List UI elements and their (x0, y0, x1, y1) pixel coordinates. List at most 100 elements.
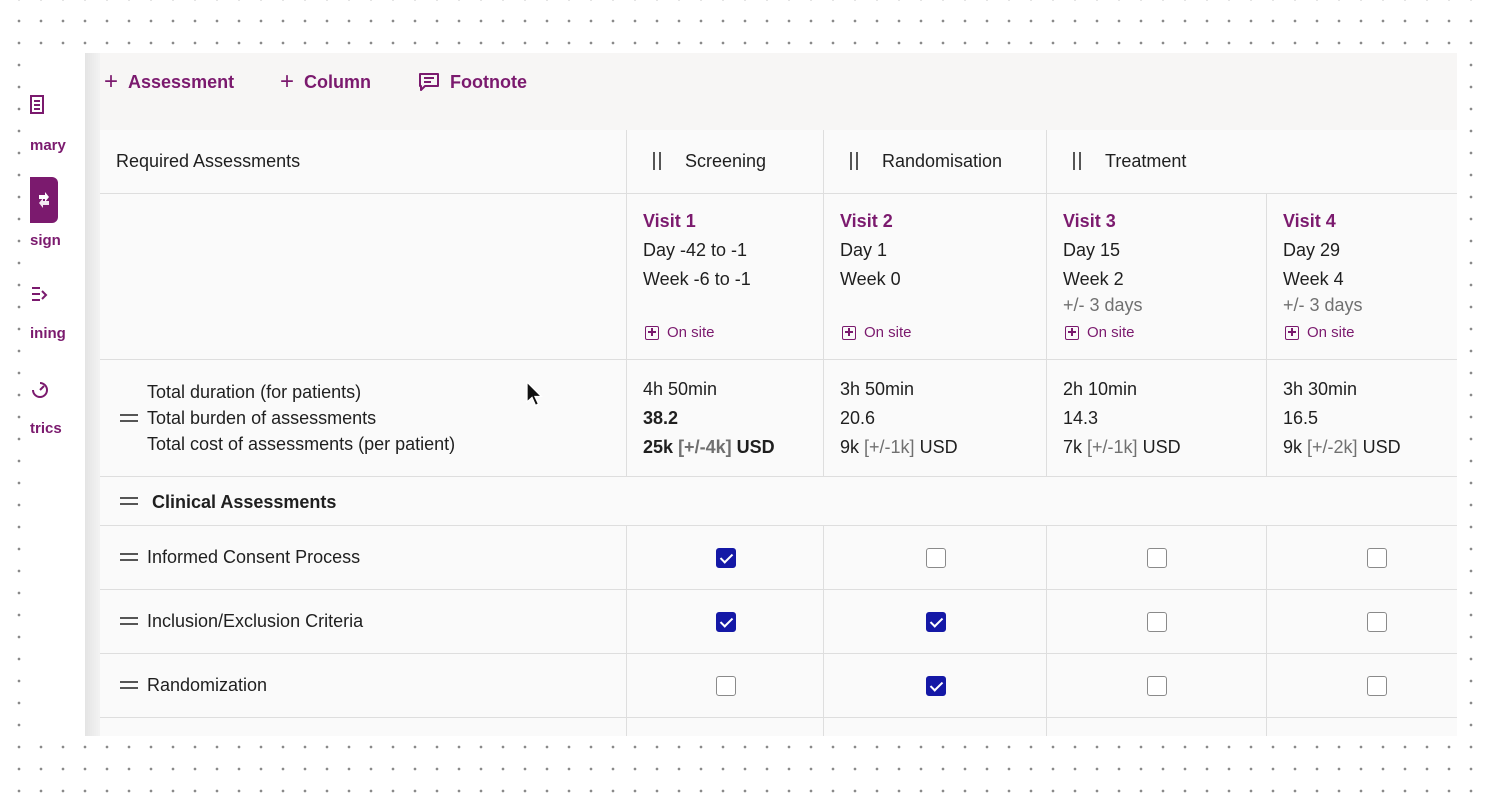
totals-visit-3: 2h 10min 14.3 7k [+/-1k] USD (1047, 360, 1267, 476)
totals-labels: Total duration (for patients) Total burd… (100, 360, 627, 476)
sidebar-item-label: mary (30, 137, 66, 154)
phase-label: Randomisation (882, 151, 1003, 171)
drag-handle-icon[interactable] (120, 414, 138, 422)
visit-window: +/- 3 days (1283, 295, 1363, 315)
visit-title: Visit 2 (840, 211, 893, 231)
sidebar-item-label: trics (30, 420, 62, 437)
phase-header-row: Required Assessments Screening Randomisa… (100, 130, 1457, 194)
visit-column-4[interactable]: Visit 4 Day 29 Week 4 +/- 3 days On site (1267, 194, 1457, 359)
assessment-name-cell: Randomization (100, 654, 627, 717)
visit-location: On site (842, 324, 912, 341)
total-burden-value: 14.3 (1063, 408, 1099, 428)
required-assessments-header: Required Assessments (100, 130, 627, 193)
comment-icon (418, 72, 440, 92)
visit-checkbox[interactable] (1367, 676, 1387, 696)
drag-handle-icon[interactable] (120, 681, 138, 689)
visit-checkbox[interactable] (1367, 548, 1387, 568)
total-duration-label: Total duration (for patients) (147, 382, 362, 402)
visit-column-2[interactable]: Visit 2 Day 1 Week 0 On site (824, 194, 1047, 359)
drag-handle-icon[interactable] (120, 617, 138, 625)
visit-checkbox[interactable] (926, 548, 946, 568)
assessment-row: Inclusion/Exclusion Criteria (100, 590, 1457, 654)
footnote-label: Footnote (450, 71, 527, 92)
visit-location: On site (1285, 324, 1355, 341)
visit-checkbox[interactable] (716, 612, 736, 632)
check-cell (627, 590, 824, 653)
section-header-row: Clinical Assessments (100, 477, 1457, 526)
visit-column-1[interactable]: Visit 1 Day -42 to -1 Week -6 to -1 On s… (627, 194, 824, 359)
planning-icon (30, 283, 50, 307)
drag-handle-icon[interactable] (120, 497, 138, 505)
visit-checkbox[interactable] (1147, 612, 1167, 632)
drag-handle-icon[interactable] (653, 152, 661, 170)
check-cell (1267, 654, 1457, 717)
drag-handle-icon[interactable] (850, 152, 858, 170)
footnote-button[interactable]: Footnote (418, 69, 527, 95)
total-cost-label: Total cost of assessments (per patient) (147, 434, 456, 454)
totals-row: Total duration (for patients) Total burd… (100, 360, 1457, 477)
required-assessments-label: Required Assessments (116, 151, 301, 171)
assessment-row: Randomization (100, 654, 1457, 718)
total-cost-value: 9k [+/-2k] USD (1283, 437, 1401, 457)
total-duration-value: 3h 30min (1283, 379, 1358, 399)
mouse-cursor-icon (526, 381, 544, 407)
document-icon (30, 93, 50, 117)
hospital-icon (842, 325, 856, 340)
design-icon (30, 177, 58, 223)
visit-checkbox[interactable] (1367, 612, 1387, 632)
section-title: Clinical Assessments (152, 492, 337, 512)
visit-location: On site (645, 324, 715, 341)
partial-cell (100, 718, 627, 736)
assessment-name: Randomization (147, 675, 268, 695)
drag-handle-icon[interactable] (1073, 152, 1081, 170)
visit-checkbox[interactable] (1147, 548, 1167, 568)
partial-cell (1047, 718, 1267, 736)
total-burden-label: Total burden of assessments (147, 408, 377, 428)
plus-icon: + (104, 68, 119, 95)
visit-title: Visit 1 (643, 211, 696, 231)
visit-day: Day 15 (1063, 240, 1121, 260)
visit-checkbox[interactable] (926, 676, 946, 696)
total-burden-value: 38.2 (643, 408, 679, 428)
plus-icon: + (280, 68, 295, 95)
add-assessment-label: Assessment (128, 71, 235, 92)
total-burden-value: 20.6 (840, 408, 876, 428)
hospital-icon (1285, 325, 1299, 340)
add-column-button[interactable]: + Column (280, 69, 371, 95)
visit-checkbox[interactable] (926, 612, 946, 632)
check-cell (1047, 590, 1267, 653)
check-cell (1047, 654, 1267, 717)
add-assessment-button[interactable]: + Assessment (104, 69, 234, 95)
check-cell (1267, 526, 1457, 589)
visit-week: Week 4 (1283, 269, 1344, 289)
check-cell (824, 526, 1047, 589)
visit-checkbox[interactable] (716, 676, 736, 696)
visit-column-3[interactable]: Visit 3 Day 15 Week 2 +/- 3 days On site (1047, 194, 1267, 359)
sidebar: mary sign ining trics (30, 53, 85, 736)
totals-visit-4: 3h 30min 16.5 9k [+/-2k] USD (1267, 360, 1457, 476)
visits-row-empty (100, 194, 627, 359)
phase-label: Screening (685, 151, 767, 171)
visit-day: Day -42 to -1 (643, 240, 748, 260)
phase-screening[interactable]: Screening (627, 130, 824, 193)
totals-visit-1: 4h 50min 38.2 25k [+/-4k] USD (627, 360, 824, 476)
check-cell (824, 654, 1047, 717)
assessment-row-partial (100, 718, 1457, 736)
metrics-icon (30, 378, 50, 402)
phase-randomisation[interactable]: Randomisation (824, 130, 1047, 193)
phase-label: Treatment (1105, 151, 1187, 171)
total-cost-value: 7k [+/-1k] USD (1063, 437, 1181, 457)
drag-handle-icon[interactable] (120, 553, 138, 561)
visit-week: Week 2 (1063, 269, 1124, 289)
partial-cell (627, 718, 824, 736)
total-cost-value: 9k [+/-1k] USD (840, 437, 958, 457)
app-frame: mary sign ining trics + Assessment + Col… (30, 53, 1457, 736)
schedule-table: Required Assessments Screening Randomisa… (100, 130, 1457, 736)
visit-checkbox[interactable] (1147, 676, 1167, 696)
visit-checkbox[interactable] (716, 548, 736, 568)
total-cost-value: 25k [+/-4k] USD (643, 437, 775, 457)
sidebar-divider (85, 53, 100, 736)
add-column-label: Column (304, 71, 372, 92)
visit-title: Visit 4 (1283, 211, 1336, 231)
phase-treatment[interactable]: Treatment (1047, 130, 1457, 193)
